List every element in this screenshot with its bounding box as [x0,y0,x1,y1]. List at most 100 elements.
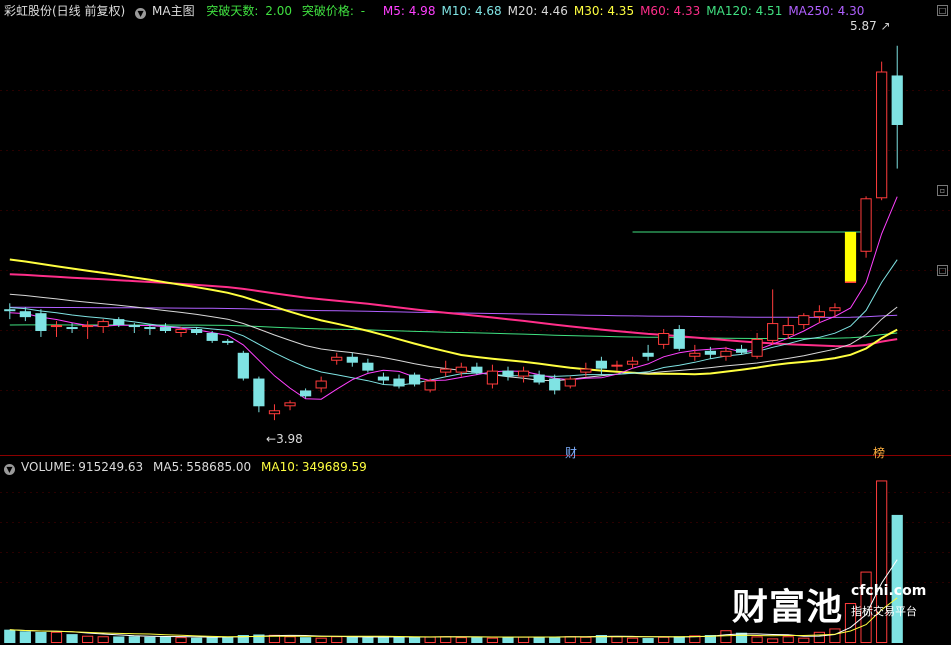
candle-body [82,325,94,328]
volume-bar [331,636,343,644]
candle-body [159,327,172,332]
indicator-switch[interactable]: ▼ MA主图 [135,4,201,19]
volume-bar [658,636,670,644]
volume-bar [549,636,561,643]
chevron-down-icon[interactable]: ▼ [4,464,15,475]
candle-body [813,311,825,318]
candle-body [595,360,608,369]
candle-body [611,364,623,367]
ranking-marker[interactable]: 榜 [873,444,885,461]
volume-bar [50,631,63,643]
candle-body [331,356,343,361]
volume-bar [517,636,530,643]
main-chart-header: 彩虹股份(日线 前复权) ▼ MA主图 突破天数: 2.00 突破价格: - M5… [4,3,876,19]
volume-bar [440,636,452,644]
candle-body [191,329,203,333]
high-price-value: 5.87 [850,19,877,33]
ma-line [9,293,898,382]
ma-legend: M5: 4.98 M10: 4.68 M20: 4.46 M30: 4.35 M60: … [383,4,870,18]
volume-bar [564,636,576,644]
volume-bar [642,638,654,643]
volume-bar [315,637,327,644]
volume-bar [299,637,312,643]
ma-line [9,324,898,339]
volume-bar [128,636,140,643]
low-price-label: ←3.98 [266,432,303,446]
expand-icon[interactable]: □ [937,265,948,276]
candle-body [502,370,514,377]
candle-body [782,325,794,335]
volume-bar [798,637,810,644]
ma-line [9,273,898,348]
candle-body [222,340,234,343]
ma-line [9,306,898,318]
candle-body [206,332,218,341]
breakout-price-label: 突破价格: [301,4,354,18]
chevron-down-icon[interactable]: ▼ [135,8,147,19]
candle-body [798,315,810,326]
volume-bar [346,636,358,643]
volume-value: 915249.63 [78,460,144,474]
volume-bar [362,637,374,643]
ma-line [9,196,898,400]
volume-bar [113,636,125,643]
volume-bar [19,631,31,643]
candle-body [876,71,888,199]
volume-bar [393,636,405,643]
pin-icon[interactable]: ▫ [937,185,948,196]
candle-body [424,380,436,391]
volume-bar [455,637,467,643]
volume-bar [471,637,483,643]
volume-header: ▼ VOLUME: 915249.63 MA5: 558685.00 MA10: 349… [4,459,373,475]
volume-bar [424,636,436,643]
ma-legend-item: MA120: 4.51 [706,4,783,18]
volume-bar [751,636,763,643]
ma-legend-item: M60: 4.33 [640,4,701,18]
candle-body [408,374,421,385]
volume-bar [159,636,172,643]
candle-body [362,362,374,371]
watermark-domain: cfchi.com [851,583,927,599]
stock-chart-window: 彩虹股份(日线 前复权) ▼ MA主图 突破天数: 2.00 突破价格: - M5… [0,0,951,645]
candle-body [704,350,716,355]
candle-body [299,390,312,397]
candle-body [455,366,467,373]
candle-body [35,313,47,332]
candle-body [393,378,405,387]
ma-legend-item: M5: 4.98 [382,4,436,18]
maximize-icon[interactable]: □ [937,5,948,16]
candle-body [175,329,187,333]
breakout-days-value: 2.00 [265,4,293,18]
ma-legend-item: M20: 4.46 [507,4,568,18]
low-price-value: 3.98 [276,432,303,446]
volume-ma5-value: 558685.00 [186,460,252,474]
volume-bar [222,636,234,643]
watermark-brand: 财富池 [732,587,844,628]
candle-body [4,309,16,312]
candle-body [66,327,78,330]
volume-ma10-label: MA10: [261,460,299,474]
volume-bar [82,635,94,643]
candle-body [315,380,327,389]
volume-bar [720,630,732,643]
candle-body [284,402,296,407]
candle-body [533,374,545,383]
candle-body [860,198,872,252]
watermark-slogan: 指标交易平台 [851,605,917,618]
volume-bar [66,634,78,643]
finance-marker[interactable]: 财 [565,444,577,461]
signal-bar [844,231,857,282]
volume-bar [533,637,545,643]
volume-bar [829,628,841,643]
candle-body [19,311,31,318]
volume-bar [626,637,639,644]
candle-body [97,321,109,328]
breakout-price-value: - [360,4,366,18]
volume-ma10-value: 349689.59 [301,460,367,474]
volume-bar [144,636,156,643]
candle-body [751,338,763,357]
volume-label: VOLUME: [21,460,76,474]
volume-bar [408,637,421,643]
candle-body [564,378,576,387]
candle-body [844,281,857,283]
